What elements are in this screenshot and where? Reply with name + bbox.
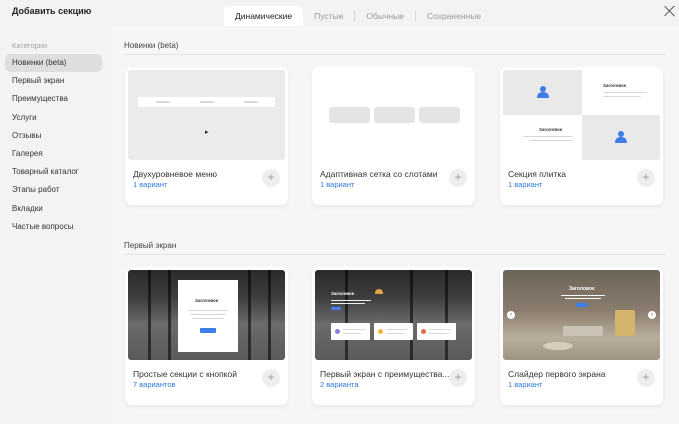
- card-name: Секция плитка: [508, 169, 567, 179]
- card-thumbnail: ▸: [128, 70, 285, 160]
- sidebar-item-advantages[interactable]: Преимущества: [5, 90, 102, 108]
- modal-header: Добавить секцию Динамические Пустые Обыч…: [0, 0, 679, 27]
- thumb-title: Заголовок: [603, 83, 627, 88]
- section-card-simple-with-button[interactable]: Заголовок Простые секции с кнопкой 7 вар…: [125, 267, 288, 405]
- sidebar-caption: Категории: [12, 41, 48, 50]
- card-variants-link[interactable]: 7 вариантов: [133, 380, 176, 389]
- category-list: Новинки (beta) Первый экран Преимущества…: [5, 54, 102, 236]
- section-card-tiles[interactable]: Заголовок Заголовок Секция плитка 1 вари…: [500, 67, 663, 205]
- thumb-title: Заголовок: [539, 127, 563, 132]
- modal-title: Добавить секцию: [12, 6, 92, 16]
- card-name: Двухуровневое меню: [133, 169, 218, 179]
- sidebar-item-tabs[interactable]: Вкладки: [5, 200, 102, 218]
- tab-saved[interactable]: Сохраненные: [416, 6, 492, 26]
- sidebar-item-work-stages[interactable]: Этапы работ: [5, 181, 102, 199]
- add-section-button[interactable]: +: [637, 169, 655, 187]
- section-card-two-level-menu[interactable]: ▸ Двухуровневое меню 1 вариант +: [125, 67, 288, 205]
- add-section-button[interactable]: +: [262, 169, 280, 187]
- slider-next-icon: ›: [648, 311, 656, 319]
- thumb-title: Заголовок: [331, 291, 355, 296]
- sidebar-item-new-beta[interactable]: Новинки (beta): [5, 54, 102, 73]
- tab-empty[interactable]: Пустые: [303, 6, 354, 26]
- lamp-icon: [375, 289, 383, 294]
- add-section-button[interactable]: +: [449, 169, 467, 187]
- card-thumbnail: Заголовок ‹ ›: [503, 270, 660, 360]
- add-section-button[interactable]: +: [449, 369, 467, 387]
- section-divider: [124, 254, 665, 255]
- section-title: Новинки (beta): [124, 41, 179, 50]
- card-thumbnail: Заголовок: [315, 270, 472, 360]
- card-thumbnail: [315, 70, 472, 160]
- sidebar-item-first-screen[interactable]: Первый экран: [5, 72, 102, 90]
- slider-prev-icon: ‹: [507, 311, 515, 319]
- tab-regular[interactable]: Обычные: [355, 6, 415, 26]
- card-variants-link[interactable]: 1 вариант: [508, 380, 542, 389]
- sidebar-item-gallery[interactable]: Галерея: [5, 145, 102, 163]
- card-name: Первый экран с преимущества...: [320, 369, 450, 379]
- card-name: Простые секции с кнопкой: [133, 369, 237, 379]
- section-card-first-screen-advantages[interactable]: Заголовок Первый экран с преимущества...…: [312, 267, 475, 405]
- tab-dynamic[interactable]: Динамические: [224, 6, 304, 26]
- card-variants-link[interactable]: 2 варианта: [320, 380, 359, 389]
- sidebar-item-reviews[interactable]: Отзывы: [5, 127, 102, 145]
- cursor-icon: ▸: [205, 129, 209, 136]
- card-thumbnail: Заголовок Заголовок: [503, 70, 660, 160]
- sidebar-item-services[interactable]: Услуги: [5, 109, 102, 127]
- card-name: Слайдер первого экрана: [508, 369, 606, 379]
- sidebar-item-faq[interactable]: Частые вопросы: [5, 218, 102, 236]
- user-icon: [537, 86, 549, 98]
- thumb-title: Заголовок: [195, 298, 219, 303]
- section-gallery: Новинки (beta) ▸ Двухуровневое меню 1 ва…: [112, 27, 679, 424]
- section-card-adaptive-grid[interactable]: Адаптивная сетка со слотами 1 вариант +: [312, 67, 475, 205]
- user-icon: [615, 131, 627, 143]
- thumb-title: Заголовок: [569, 286, 595, 292]
- card-variants-link[interactable]: 1 вариант: [508, 180, 542, 189]
- card-variants-link[interactable]: 1 вариант: [320, 180, 354, 189]
- sidebar-item-catalog[interactable]: Товарный каталог: [5, 163, 102, 181]
- category-sidebar: Категории Новинки (beta) Первый экран Пр…: [0, 27, 112, 424]
- card-thumbnail: Заголовок: [128, 270, 285, 360]
- section-title: Первый экран: [124, 241, 177, 250]
- add-section-button[interactable]: +: [637, 369, 655, 387]
- card-variants-link[interactable]: 1 вариант: [133, 180, 167, 189]
- add-section-button[interactable]: +: [262, 369, 280, 387]
- section-card-first-screen-slider[interactable]: Заголовок ‹ › Слайдер первого экрана 1 в…: [500, 267, 663, 405]
- close-icon[interactable]: [664, 5, 676, 17]
- tab-bar: Динамические Пустые Обычные Сохраненные: [224, 6, 492, 26]
- section-divider: [124, 54, 665, 55]
- card-name: Адаптивная сетка со слотами: [320, 169, 438, 179]
